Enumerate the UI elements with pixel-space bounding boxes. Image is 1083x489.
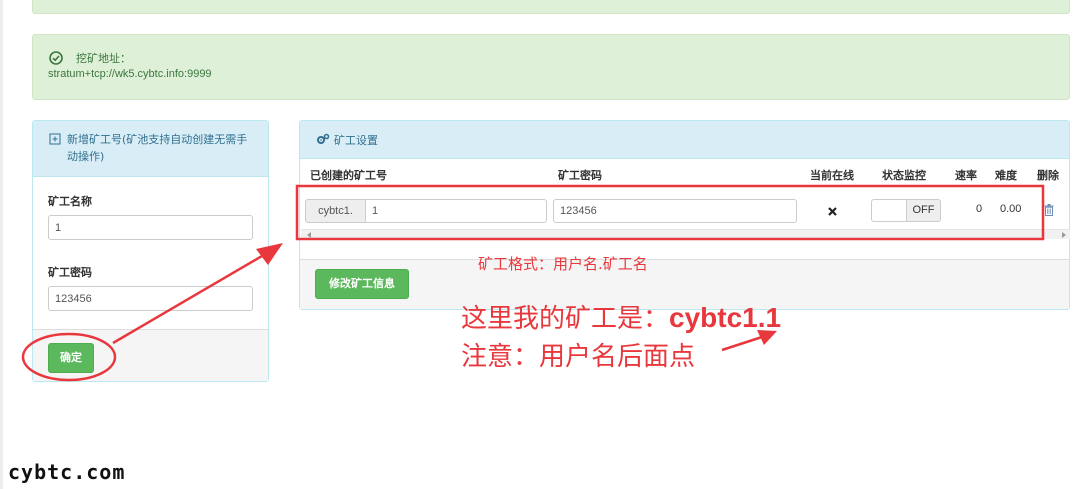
close-icon	[828, 207, 837, 216]
new-worker-panel-footer: 确定	[33, 329, 268, 381]
col-online: 当前在线	[810, 169, 854, 182]
plus-square-icon	[49, 133, 61, 145]
new-worker-panel-heading: 新增矿工号(矿池支持自动创建无需手动操作)	[33, 121, 268, 177]
worker-example-value: cybtc1.1	[669, 302, 782, 333]
mining-address-url: stratum+tcp://wk5.cybtc.info:9999	[48, 68, 212, 80]
monitor-toggle-off-label: OFF	[906, 200, 940, 221]
worker-password-input[interactable]	[48, 286, 253, 311]
worker-prefix-addon: cybtc1.	[305, 199, 366, 223]
check-circle-icon	[49, 51, 63, 65]
mining-address-alert: 挖矿地址： stratum+tcp://wk5.cybtc.info:9999	[32, 34, 1070, 100]
table-row: cybtc1. OFF 0 0.00	[300, 197, 1071, 227]
worker-settings-panel-heading: 矿工设置	[300, 121, 1069, 159]
worker-settings-panel: 矿工设置 已创建的矿工号 矿工密码 当前在线 状态监控 速率 难度 删除 cyb…	[299, 120, 1070, 310]
site-watermark: cybtc.com	[8, 460, 126, 484]
confirm-button[interactable]: 确定	[48, 343, 94, 373]
worker-password-edit-input[interactable]	[553, 199, 797, 223]
arrow-to-example	[721, 335, 763, 352]
monitor-toggle[interactable]: OFF	[871, 199, 941, 222]
col-rate: 速率	[955, 169, 977, 182]
worker-example-note: 这里我的矿工是：cybtc1.1	[461, 298, 781, 335]
worker-name-label: 矿工名称	[48, 195, 92, 208]
col-worker-id: 已创建的矿工号	[310, 169, 387, 182]
new-worker-panel-title: 新增矿工号(矿池支持自动创建无需手动操作)	[67, 133, 248, 163]
col-delete: 删除	[1037, 169, 1059, 182]
worker-table-header: 已创建的矿工号 矿工密码 当前在线 状态监控 速率 难度 删除	[300, 167, 1071, 184]
rate-value: 0	[976, 203, 983, 215]
worker-example-prefix: 这里我的矿工是：	[461, 304, 670, 334]
cogs-icon	[317, 133, 330, 144]
modify-worker-button[interactable]: 修改矿工信息	[315, 269, 409, 299]
scroll-left-icon[interactable]	[307, 232, 311, 238]
col-difficulty: 难度	[995, 169, 1017, 182]
col-worker-password: 矿工密码	[558, 169, 602, 182]
worker-format-note: 矿工格式：用户名.矿工名	[478, 255, 648, 273]
worker-id-input[interactable]	[365, 199, 547, 223]
trash-icon[interactable]	[1044, 204, 1054, 216]
mining-address-label: 挖矿地址：	[76, 52, 131, 65]
col-monitor: 状态监控	[882, 169, 926, 182]
username-dot-notice: 注意：用户名后面点	[461, 342, 696, 372]
top-alert-box	[32, 0, 1070, 14]
page-left-border	[0, 0, 3, 489]
scroll-right-icon[interactable]	[1062, 232, 1066, 238]
worker-name-input[interactable]	[48, 215, 253, 240]
difficulty-value: 0.00	[1000, 203, 1022, 215]
worker-password-label: 矿工密码	[48, 266, 92, 279]
worker-settings-panel-title: 矿工设置	[334, 134, 378, 147]
new-worker-panel: 新增矿工号(矿池支持自动创建无需手动操作) 矿工名称 矿工密码 确定	[32, 120, 269, 382]
horizontal-scrollbar[interactable]	[301, 229, 1070, 239]
